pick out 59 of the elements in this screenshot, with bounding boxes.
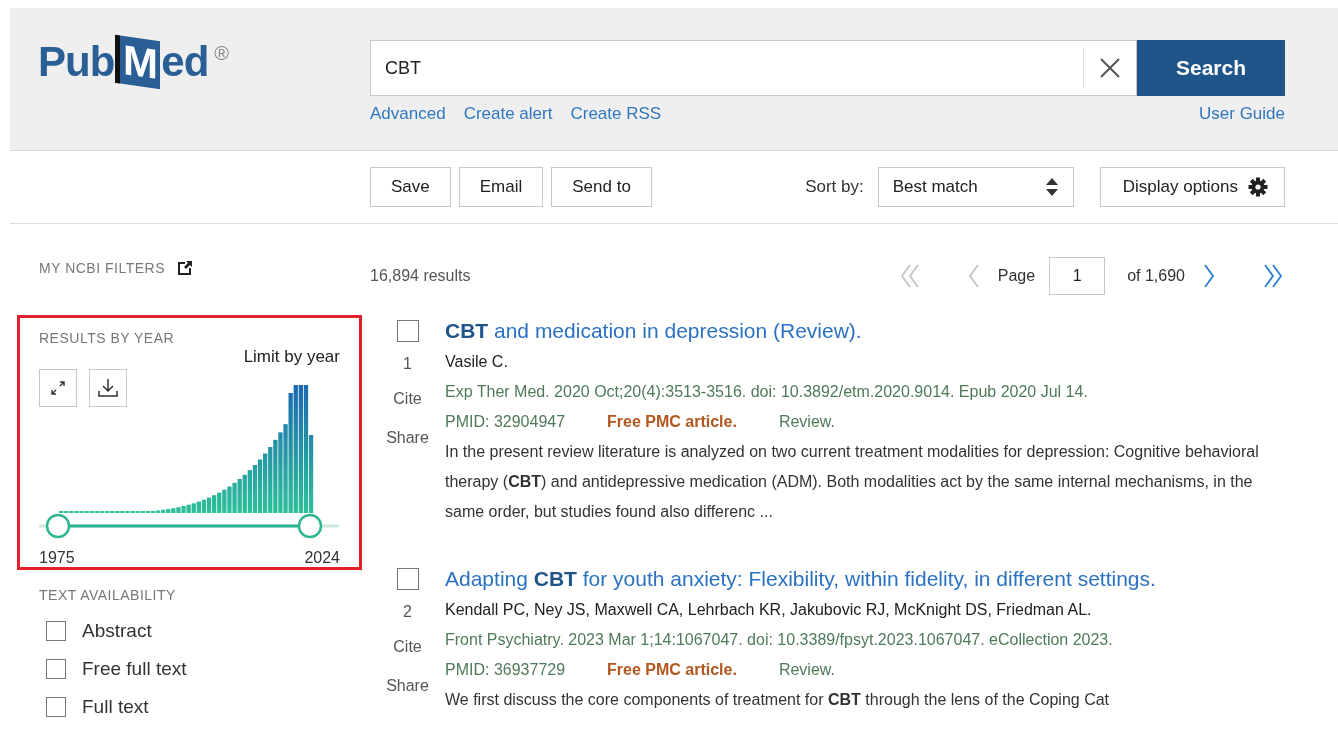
action-button[interactable]: Email	[458, 167, 544, 207]
double-right-chevron-icon[interactable]	[1261, 263, 1285, 289]
pmid-text: PMID: 36937729	[445, 660, 566, 680]
filter-option-label[interactable]: Free full text	[82, 658, 187, 680]
header-link[interactable]: Create RSS	[570, 104, 662, 124]
header-link[interactable]: Advanced	[370, 104, 446, 124]
article-type-tag: Review.	[778, 407, 835, 437]
sort-dropdown[interactable]: Best match	[877, 167, 1074, 207]
free-pmc-tag: Free PMC article.	[607, 407, 737, 437]
start-year-label: 1975	[39, 549, 75, 567]
result-snippet: We first discuss the core components of treatment for CBT through the lens of the Coping Cat	[445, 690, 1111, 710]
page-field[interactable]: 1	[1049, 257, 1106, 295]
result-citation: Front Psychiatry. 2023 Mar 1;14:1067047. doi: 10.3389/fpsyt.2023.1067047. eCollection 2023.	[445, 630, 1114, 650]
result-citation: Exp Ther Med. 2020 Oct;20(4):3513-3516. doi: 10.3892/etm.2020.9014. Epub 2020 Jul 14.	[445, 382, 1089, 402]
header-link[interactable]: Create alert	[463, 104, 553, 124]
download-icon	[97, 377, 119, 399]
section-heading: MY NCBI FILTERS	[39, 260, 165, 276]
page-total: of 1,690	[1127, 267, 1185, 285]
results-count: 16,894 results	[370, 267, 471, 285]
free-pmc-tag: Free PMC article.	[607, 655, 737, 685]
section-heading: TEXT AVAILABILITY	[39, 587, 177, 603]
checkbox[interactable]	[46, 621, 66, 641]
sort-label: Sort by:	[805, 177, 864, 197]
display-options-button[interactable]: Display options	[1099, 167, 1285, 207]
end-year-label: 2024	[304, 549, 340, 567]
sort-arrows-icon	[1044, 177, 1059, 197]
result-authors: Kendall PC, Ney JS, Maxwell CA, Lehrbach KR, Jakubovic RJ, McKnight DS, Friedman AL.	[445, 600, 1093, 620]
result-number: 2	[403, 603, 412, 621]
checkbox[interactable]	[46, 697, 66, 717]
result-action-link[interactable]: Cite	[393, 390, 422, 408]
download-button[interactable]	[89, 369, 127, 407]
result-action-link[interactable]: Share	[386, 429, 429, 447]
result-title-link[interactable]: Adapting CBT for youth anxiety: Flexibility, within fidelity, in different settings.	[445, 563, 1285, 595]
action-button[interactable]: Send to	[551, 167, 652, 207]
external-link-icon[interactable]	[177, 260, 193, 276]
checkbox[interactable]	[396, 320, 419, 342]
result-title-link[interactable]: CBT and medication in depression (Review).	[445, 315, 1285, 347]
result-action-link[interactable]: Share	[386, 677, 429, 695]
user-guide-link[interactable]: User Guide	[1199, 104, 1285, 124]
search-button[interactable]: Search	[1137, 40, 1285, 96]
result-authors: Vasile C.	[445, 352, 509, 372]
filter-option-label[interactable]: Full text	[82, 696, 149, 718]
action-button[interactable]: Save	[370, 167, 451, 207]
pmid-text: PMID: 32904947	[445, 412, 566, 432]
page-label: Page	[997, 267, 1036, 285]
filter-option-label[interactable]: Abstract	[82, 620, 152, 642]
article-type-tag: Review.	[778, 655, 835, 685]
result-number: 1	[403, 355, 412, 373]
registered-mark: ®	[214, 42, 230, 65]
settings-icon	[1248, 177, 1268, 197]
expand-arrows-icon	[50, 380, 66, 396]
expand-button[interactable]	[39, 369, 77, 407]
year-range-slider[interactable]	[39, 513, 339, 539]
checkbox[interactable]	[396, 568, 419, 590]
result-action-link[interactable]: Cite	[393, 638, 422, 656]
result-snippet: In the present review literature is analyzed on two current treatment modalities for depression: Cognitive behavioral therapy (CBT) and antidepressive medication (ADM). Both modalities act by the same internal mechanisms, in the same order, but studies found also differenc ...	[445, 442, 1260, 522]
checkbox[interactable]	[46, 659, 66, 679]
section-heading: RESULTS BY YEAR	[39, 330, 175, 348]
limit-by-year-label: Limit by year	[243, 347, 340, 367]
